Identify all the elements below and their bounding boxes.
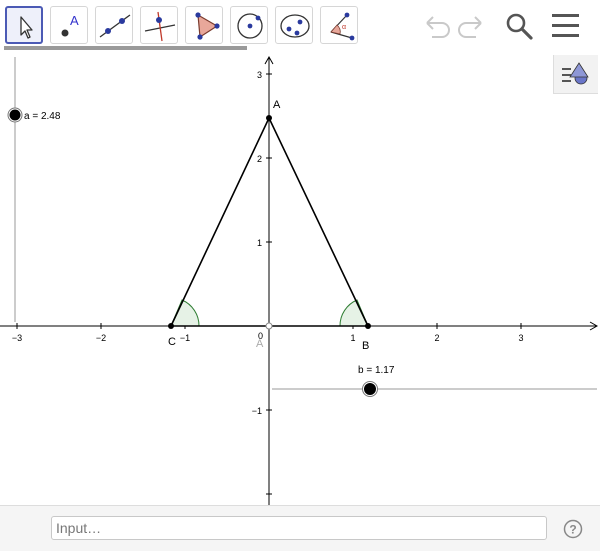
- y-tick-label: 2: [257, 154, 262, 164]
- point-tool-icon: A: [61, 13, 79, 37]
- ellipse-tool-icon: [280, 14, 310, 38]
- perpendicular-line-tool-button[interactable]: [140, 6, 178, 44]
- circle-tool-button[interactable]: [230, 6, 268, 44]
- redo-button[interactable]: [454, 8, 490, 44]
- angle-tool-button[interactable]: α: [320, 6, 358, 44]
- polygon-tool-button[interactable]: [185, 6, 223, 44]
- point-a-label: A: [273, 99, 281, 111]
- angle-tool-icon: α: [330, 12, 355, 41]
- x-tick-label: −2: [96, 333, 106, 343]
- input-bar: ?: [0, 505, 600, 551]
- graphics-view[interactable]: −3 −2 −1 1 2 3 3 2 1 −1 0 a = 2.48 b = 1…: [0, 52, 600, 505]
- slider-b-knob[interactable]: [364, 383, 376, 395]
- svg-text:A: A: [70, 13, 79, 28]
- x-tick-label: −1: [180, 333, 190, 343]
- toolbar-resize-handle[interactable]: [4, 46, 247, 50]
- point-a[interactable]: [266, 115, 272, 121]
- line-tool-icon: [99, 14, 131, 38]
- x-tick-label: 1: [350, 333, 355, 343]
- style-bar-toggle-button[interactable]: [553, 55, 598, 94]
- svg-text:?: ?: [569, 523, 576, 537]
- point-b-label: B: [362, 340, 369, 352]
- origin-point-label: A: [256, 338, 264, 350]
- x-tick-label: 2: [434, 333, 439, 343]
- polygon-tool-icon: [195, 12, 220, 40]
- svg-text:α: α: [342, 24, 346, 31]
- slider-a-label: a = 2.48: [24, 111, 61, 122]
- perpendicular-line-tool-icon: [144, 11, 176, 42]
- line-tool-button[interactable]: [95, 6, 133, 44]
- origin-point[interactable]: [265, 322, 273, 330]
- y-tick-label: 3: [257, 70, 262, 80]
- x-tick-label: −3: [12, 333, 22, 343]
- circle-tool-icon: [237, 13, 263, 39]
- graphics-canvas[interactable]: −3 −2 −1 1 2 3 3 2 1 −1 0 a = 2.48 b = 1…: [0, 52, 600, 505]
- point-c[interactable]: [168, 323, 174, 329]
- angle-at-b[interactable]: [339, 299, 369, 327]
- undo-icon: [426, 16, 450, 38]
- menu-icon: [552, 14, 579, 37]
- move-tool-button[interactable]: [5, 6, 43, 44]
- slider-b-label: b = 1.17: [358, 365, 395, 376]
- slider-a-knob[interactable]: [9, 109, 21, 121]
- search-button[interactable]: [502, 8, 538, 44]
- toolbar: A α: [0, 0, 600, 52]
- angle-at-c[interactable]: [170, 299, 200, 327]
- y-tick-label: −1: [252, 406, 262, 416]
- help-icon[interactable]: ?: [563, 519, 583, 539]
- y-tick-label: 1: [257, 238, 262, 248]
- redo-icon: [458, 16, 482, 38]
- point-c-label: C: [168, 336, 176, 348]
- ellipse-tool-button[interactable]: [275, 6, 313, 44]
- point-tool-button[interactable]: A: [50, 6, 88, 44]
- x-tick-label: 3: [518, 333, 523, 343]
- search-icon: [506, 13, 533, 40]
- menu-button[interactable]: [548, 8, 584, 44]
- point-b[interactable]: [365, 323, 371, 329]
- move-tool-icon: [20, 16, 33, 39]
- algebra-input[interactable]: [51, 516, 547, 540]
- style-bar-icon: [562, 62, 589, 85]
- undo-button[interactable]: [418, 8, 454, 44]
